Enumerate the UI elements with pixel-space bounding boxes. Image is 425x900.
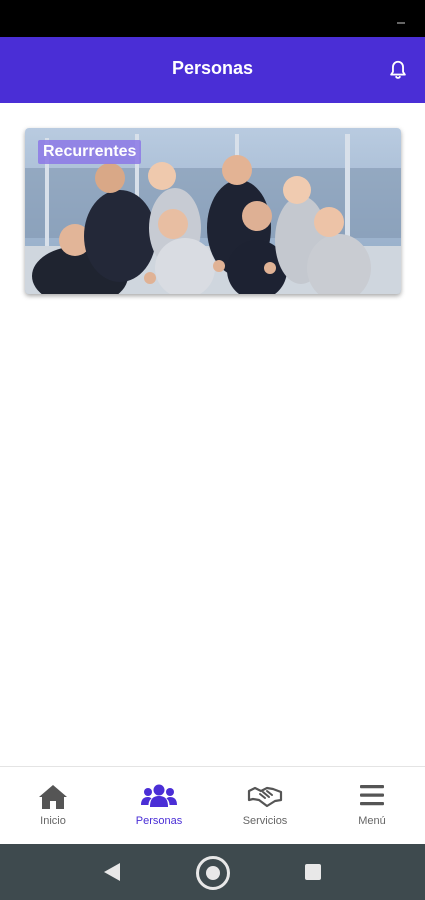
people-icon — [141, 784, 177, 807]
bottom-navigation: Inicio Personas Servicios Menú — [0, 766, 425, 844]
bell-icon[interactable] — [387, 59, 409, 81]
nav-item-servicios[interactable]: Servicios — [212, 767, 318, 845]
nav-label: Personas — [135, 815, 183, 827]
nav-item-personas[interactable]: Personas — [106, 767, 212, 845]
home-icon — [39, 785, 67, 809]
nav-label: Servicios — [242, 815, 288, 827]
status-bar — [0, 0, 425, 37]
home-dot — [206, 866, 220, 880]
page-title: Personas — [171, 58, 254, 78]
hamburger-icon — [360, 785, 384, 806]
nav-item-menu[interactable]: Menú — [319, 767, 425, 845]
app-bar: Personas — [0, 37, 425, 103]
recents-icon[interactable] — [305, 864, 321, 880]
home-circle-icon[interactable] — [196, 856, 230, 890]
handshake-icon — [247, 786, 283, 808]
recurrentes-card[interactable]: Recurrentes — [25, 128, 401, 294]
nav-item-inicio[interactable]: Inicio — [0, 767, 106, 845]
nav-label: Menú — [358, 815, 386, 827]
card-label: Recurrentes — [38, 140, 142, 164]
nav-label: Inicio — [40, 815, 66, 827]
status-indicator — [397, 22, 405, 24]
back-icon[interactable] — [103, 862, 121, 882]
